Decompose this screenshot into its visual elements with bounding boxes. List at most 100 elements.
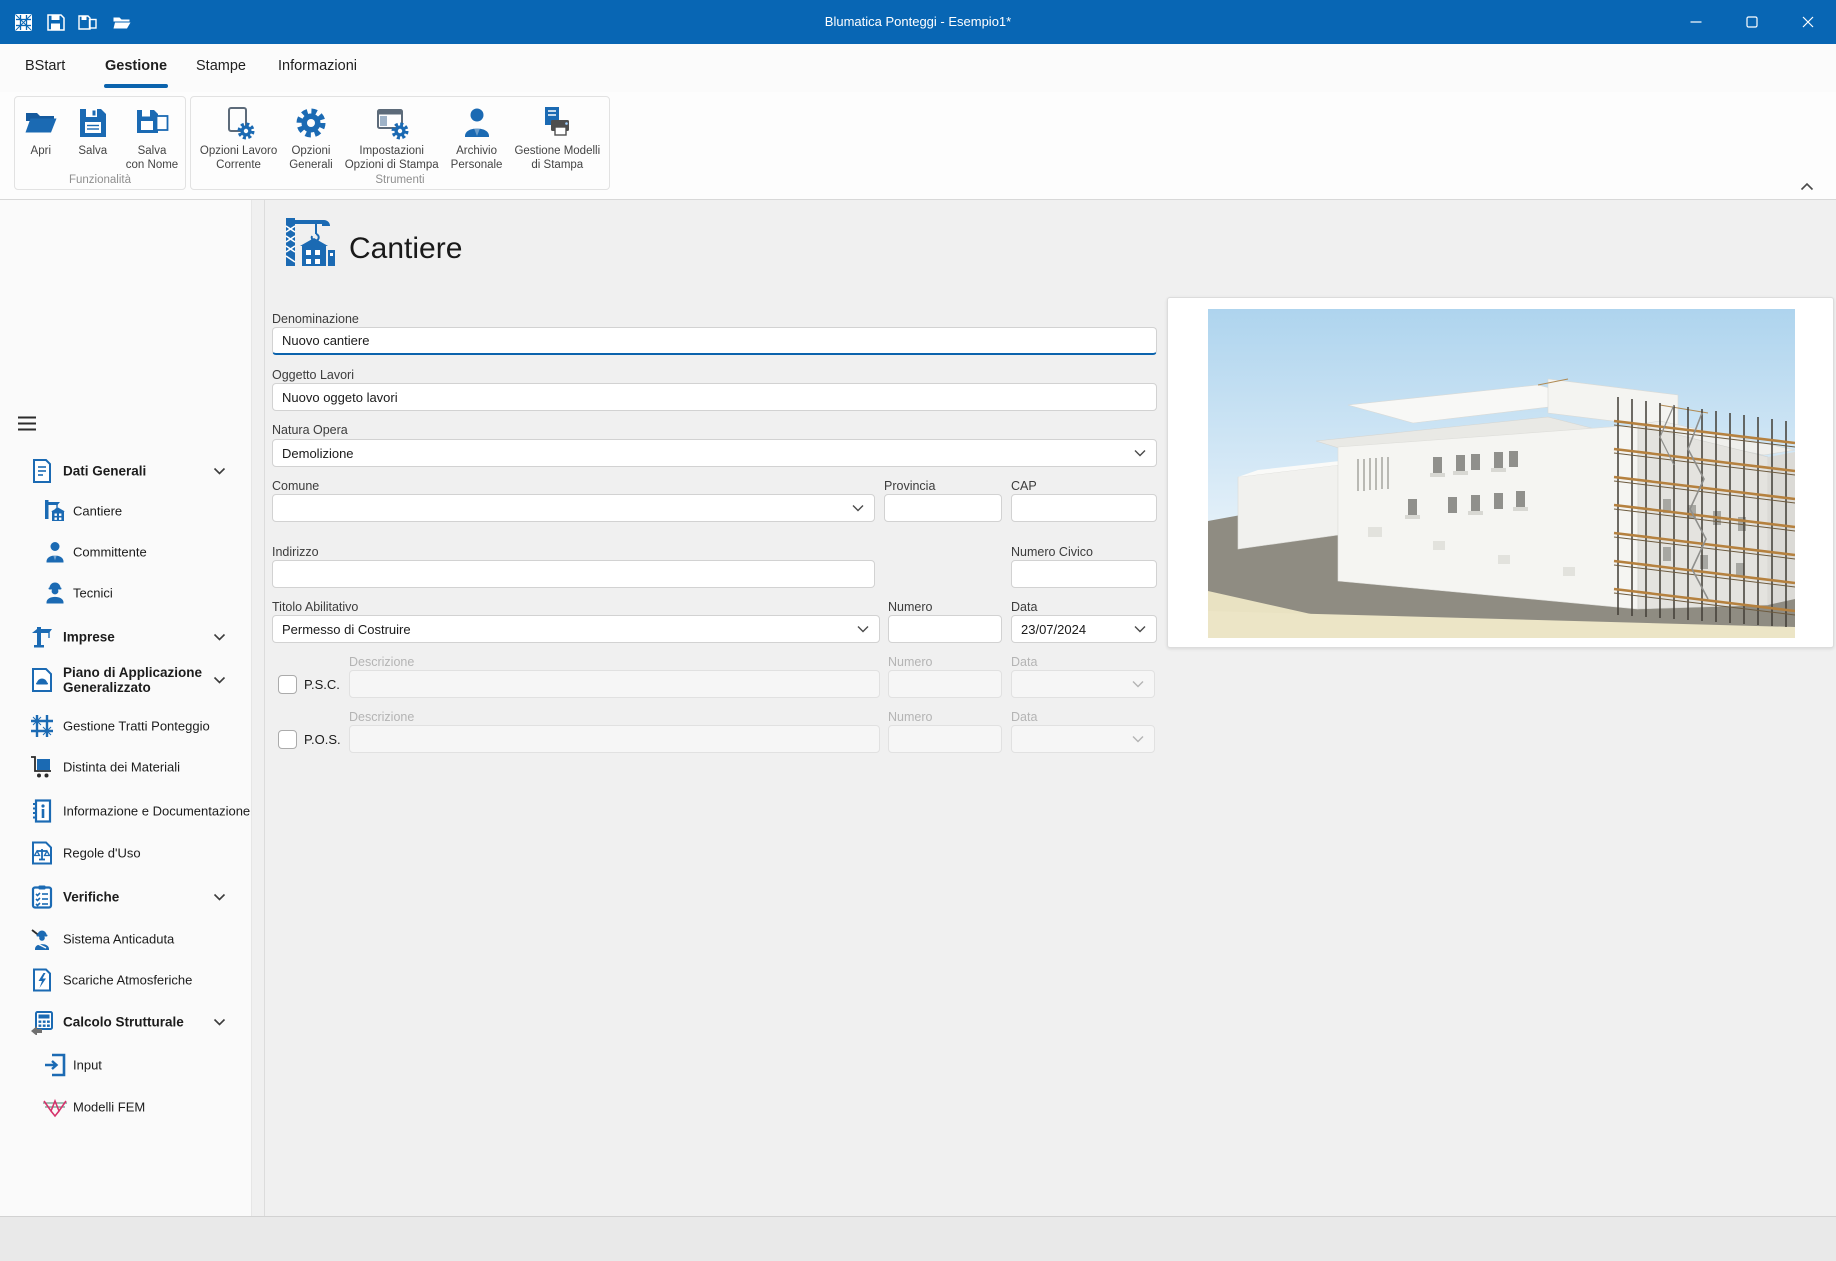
sidebar-item-input[interactable]: Input xyxy=(0,1050,252,1080)
sidebar-item-calcolo-strutturale[interactable]: Calcolo Strutturale xyxy=(0,1007,252,1037)
salva-button[interactable]: Salva xyxy=(69,102,117,161)
sidebar-item-modelli-fem[interactable]: Modelli FEM xyxy=(0,1092,252,1122)
chevron-down-icon xyxy=(213,893,226,901)
psc-descrizione-label: Descrizione xyxy=(349,655,414,669)
comune-label: Comune xyxy=(272,479,319,493)
quick-save-as-icon[interactable] xyxy=(78,13,97,32)
psc-numero-label: Numero xyxy=(888,655,932,669)
psc-numero-input xyxy=(888,670,1002,698)
quick-save-icon[interactable] xyxy=(46,13,65,32)
quick-open-icon[interactable] xyxy=(112,13,131,32)
gestione-modelli-stampa-button[interactable]: Gestione Modellidi Stampa xyxy=(509,102,605,174)
cantiere-header-icon xyxy=(278,212,340,274)
sidebar-item-sistema-anticaduta[interactable]: Sistema Anticaduta xyxy=(0,924,252,954)
apri-button[interactable]: Apri xyxy=(17,102,65,161)
sidebar-item-imprese[interactable]: Imprese xyxy=(0,622,252,652)
info-book-icon xyxy=(29,798,55,824)
close-button[interactable] xyxy=(1780,0,1836,44)
sidebar-item-cantiere[interactable]: Cantiere xyxy=(0,496,252,526)
sidebar-item-regole-uso[interactable]: Regole d'Uso xyxy=(0,838,252,868)
tab-informazioni[interactable]: Informazioni xyxy=(278,44,357,88)
denominazione-label: Denominazione xyxy=(272,312,359,326)
group-label-funzionalita: Funzionalità xyxy=(15,174,185,186)
print-models-icon xyxy=(538,104,576,142)
sidebar-item-distinta-materiali[interactable]: Distinta dei Materiali xyxy=(0,752,252,782)
page-gear-icon xyxy=(220,104,258,142)
title-bar: Blumatica Ponteggi - Esempio1* xyxy=(0,0,1836,44)
impostazioni-opzioni-stampa-button[interactable]: ImpostazioniOpzioni di Stampa xyxy=(340,102,444,174)
indirizzo-input[interactable] xyxy=(272,560,875,588)
group-label-strumenti: Strumenti xyxy=(191,174,609,186)
chevron-down-icon xyxy=(1134,449,1146,457)
pos-data-select xyxy=(1011,725,1155,753)
salva-con-nome-button[interactable]: Salvacon Nome xyxy=(121,102,183,174)
active-tab-underline xyxy=(104,84,168,88)
sidebar-item-scariche-atmosferiche[interactable]: Scariche Atmosferiche xyxy=(0,965,252,995)
person-icon xyxy=(42,539,68,565)
chevron-down-icon xyxy=(857,625,869,633)
page-title: Cantiere xyxy=(349,232,462,266)
chevron-up-icon xyxy=(213,467,226,475)
sidebar-item-gestione-tratti[interactable]: Gestione Tratti Ponteggio xyxy=(0,711,252,741)
sidebar-item-verifiche[interactable]: Verifiche xyxy=(0,882,252,912)
document-icon xyxy=(29,458,55,484)
denominazione-input[interactable] xyxy=(272,327,1157,355)
tab-gestione[interactable]: Gestione xyxy=(105,44,167,88)
checklist-icon xyxy=(29,884,55,910)
numero-civico-label: Numero Civico xyxy=(1011,545,1093,559)
pos-descrizione-input xyxy=(349,725,880,753)
oggetto-lavori-input[interactable] xyxy=(272,383,1157,411)
save-as-icon xyxy=(133,104,171,142)
crane-building-icon xyxy=(42,498,68,524)
numero-input[interactable] xyxy=(888,615,1002,643)
ribbon: Apri Salva Salvacon Nome Funzionalità Op… xyxy=(0,92,1836,200)
psc-descrizione-input xyxy=(349,670,880,698)
pos-numero-label: Numero xyxy=(888,710,932,724)
sidebar-item-informazione-documentazione[interactable]: Informazione e Documentazione xyxy=(0,796,252,826)
titolo-abilitativo-select[interactable]: Permesso di Costruire xyxy=(272,615,880,643)
panel-separator xyxy=(264,200,265,1216)
sidebar-item-tecnici[interactable]: Tecnici xyxy=(0,578,252,608)
tab-stampe[interactable]: Stampe xyxy=(196,44,246,88)
minimize-button[interactable] xyxy=(1668,0,1724,44)
open-folder-icon xyxy=(22,104,60,142)
cap-input[interactable] xyxy=(1011,494,1157,522)
data-label: Data xyxy=(1011,600,1037,614)
natura-opera-label: Natura Opera xyxy=(272,423,348,437)
archivio-personale-button[interactable]: ArchivioPersonale xyxy=(446,102,508,174)
preview-image-card xyxy=(1167,297,1834,648)
numero-civico-input[interactable] xyxy=(1011,560,1157,588)
opzioni-generali-button[interactable]: OpzioniGenerali xyxy=(284,102,337,174)
sidebar-item-dati-generali[interactable]: Dati Generali xyxy=(0,456,252,486)
ribbon-collapse-chevron[interactable] xyxy=(1800,182,1814,191)
psc-label: P.S.C. xyxy=(304,677,340,692)
data-select[interactable]: 23/07/2024 xyxy=(1011,615,1157,643)
chevron-down-icon xyxy=(852,504,864,512)
maximize-button[interactable] xyxy=(1724,0,1780,44)
gear-icon xyxy=(292,104,330,142)
hamburger-menu-icon[interactable] xyxy=(18,416,36,431)
opzioni-lavoro-corrente-button[interactable]: Opzioni LavoroCorrente xyxy=(195,102,282,174)
psc-data-label: Data xyxy=(1011,655,1037,669)
numero-label: Numero xyxy=(888,600,932,614)
ribbon-group-funzionalita: Apri Salva Salvacon Nome Funzionalità xyxy=(14,96,186,190)
pos-checkbox[interactable] xyxy=(278,730,297,749)
provincia-label: Provincia xyxy=(884,479,935,493)
provincia-input[interactable] xyxy=(884,494,1002,522)
calculator-icon xyxy=(29,1009,55,1035)
natura-opera-select[interactable]: Demolizione xyxy=(272,439,1157,467)
sidebar-item-committente[interactable]: Committente xyxy=(0,537,252,567)
pos-label: P.O.S. xyxy=(304,732,341,747)
doc-lightning-icon xyxy=(29,967,55,993)
ribbon-tab-row: BStart Gestione Stampe Informazioni xyxy=(0,44,1836,92)
pos-descrizione-label: Descrizione xyxy=(349,710,414,724)
chevron-down-icon xyxy=(213,633,226,641)
sidebar-item-piano-applicazione[interactable]: Piano di ApplicazioneGeneralizzato xyxy=(0,658,252,702)
psc-checkbox[interactable] xyxy=(278,675,297,694)
person-icon xyxy=(458,104,496,142)
crane-icon xyxy=(29,624,55,650)
comune-select[interactable] xyxy=(272,494,875,522)
chevron-down-icon xyxy=(213,676,226,684)
building-scaffolding-render xyxy=(1208,309,1795,638)
tab-bstart[interactable]: BStart xyxy=(25,44,65,88)
